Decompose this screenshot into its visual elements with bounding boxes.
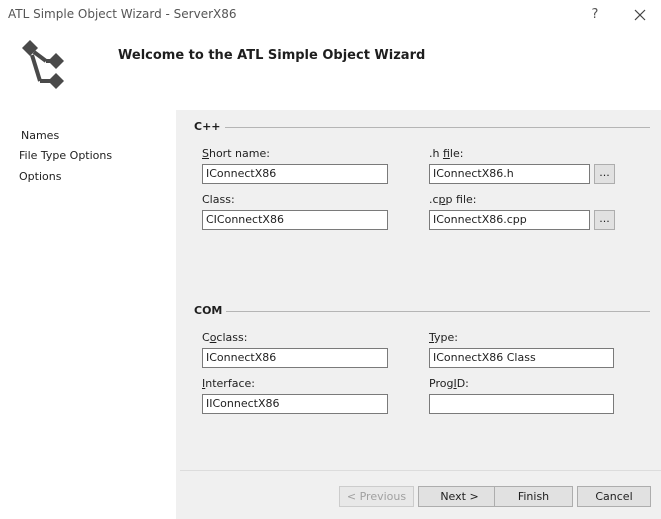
finish-button[interactable]: Finish: [494, 486, 573, 507]
help-button[interactable]: ?: [583, 3, 607, 27]
coclass-input[interactable]: IConnectX86: [202, 348, 388, 368]
window-title: ATL Simple Object Wizard - ServerX86: [8, 7, 237, 21]
short-name-label: Short name:: [202, 147, 270, 160]
close-icon: [634, 9, 646, 21]
interface-input[interactable]: IIConnectX86: [202, 394, 388, 414]
page-title: Welcome to the ATL Simple Object Wizard: [118, 48, 426, 63]
cpp-group-title: C++: [194, 120, 225, 133]
cpp-file-browse-button[interactable]: ...: [594, 210, 615, 230]
wizard-logo-icon: [22, 40, 64, 89]
interface-label: Interface:: [202, 377, 255, 390]
nav-item-file-type-options[interactable]: File Type Options: [19, 149, 112, 162]
wizard-nav: Names File Type Options Options: [0, 110, 176, 519]
h-file-input[interactable]: IConnectX86.h: [429, 164, 590, 184]
progid-input[interactable]: [429, 394, 614, 414]
nav-item-options[interactable]: Options: [19, 170, 61, 183]
cpp-file-label: .cpp file:: [429, 193, 477, 206]
close-button[interactable]: [628, 3, 652, 27]
h-file-label: .h file:: [429, 147, 464, 160]
nav-item-names[interactable]: Names: [21, 129, 59, 142]
type-input[interactable]: IConnectX86 Class: [429, 348, 614, 368]
next-button[interactable]: Next >: [418, 486, 501, 507]
wizard-header: Welcome to the ATL Simple Object Wizard: [0, 32, 661, 110]
cancel-button[interactable]: Cancel: [577, 486, 651, 507]
cpp-file-input[interactable]: IConnectX86.cpp: [429, 210, 590, 230]
previous-button[interactable]: < Previous: [339, 486, 414, 507]
cpp-group-line: [196, 127, 650, 128]
class-label: Class:: [202, 193, 235, 206]
com-group-line: [196, 311, 650, 312]
type-label: Type:: [429, 331, 458, 344]
com-group-title: COM: [194, 304, 227, 317]
short-name-input[interactable]: IConnectX86: [202, 164, 388, 184]
title-bar: ATL Simple Object Wizard - ServerX86 ?: [0, 0, 661, 32]
class-input[interactable]: CIConnectX86: [202, 210, 388, 230]
h-file-browse-button[interactable]: ...: [594, 164, 615, 184]
progid-label: ProgID:: [429, 377, 469, 390]
coclass-label: Coclass:: [202, 331, 248, 344]
